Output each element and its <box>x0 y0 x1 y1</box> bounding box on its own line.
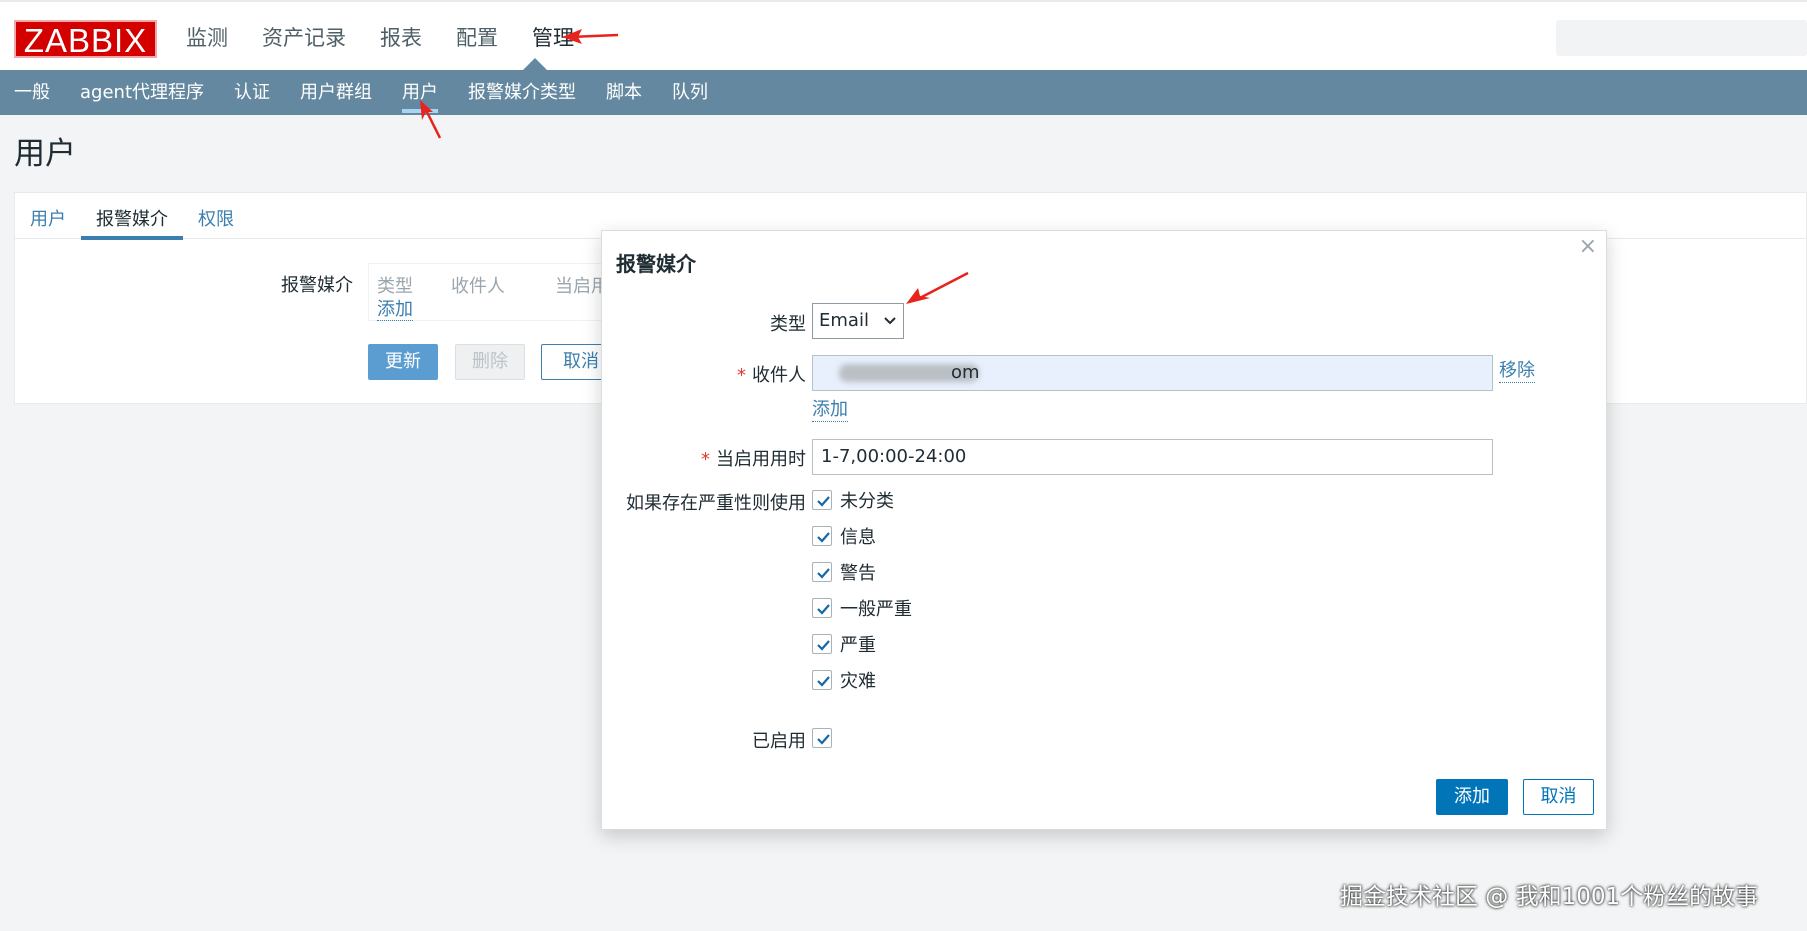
checkbox-average[interactable] <box>812 598 832 618</box>
add-media-link[interactable]: 添加 <box>377 300 413 321</box>
active-menu-caret <box>523 58 547 70</box>
severity-information: 信息 <box>812 525 876 548</box>
severity-disaster: 灾难 <box>812 669 876 692</box>
checkbox-high[interactable] <box>812 634 832 654</box>
page-title: 用户 <box>14 136 76 172</box>
zabbix-logo[interactable]: ZABBIX <box>14 20 157 59</box>
type-label: 类型 <box>770 314 806 335</box>
checkbox-enabled[interactable] <box>812 728 832 748</box>
severity-average: 一般严重 <box>812 597 912 620</box>
tab-permissions[interactable]: 权限 <box>183 193 249 239</box>
enabled-row <box>812 727 840 749</box>
checkbox-label: 一般严重 <box>840 599 912 620</box>
media-field-label: 报警媒介 <box>281 275 353 296</box>
search-input[interactable] <box>1556 20 1807 56</box>
column-header-recipient: 收件人 <box>451 276 505 297</box>
recipient-input[interactable]: om <box>812 355 1493 391</box>
watermark: 掘金技术社区 @ 我和1001个粉丝的故事 <box>1340 884 1759 910</box>
dialog-title: 报警媒介 <box>616 252 696 276</box>
close-icon[interactable]: × <box>1579 234 1597 259</box>
main-menu: 监测 资产记录 报表 配置 管理 <box>186 20 608 56</box>
checkbox-information[interactable] <box>812 526 832 546</box>
period-input[interactable]: 1-7,00:00-24:00 <box>812 439 1493 475</box>
checkbox-label: 未分类 <box>840 491 894 512</box>
period-label: * 当启用用时 <box>701 449 806 470</box>
checkbox-warning[interactable] <box>812 562 832 582</box>
sub-menu: 一般 agent代理程序 认证 用户群组 用户 报警媒介类型 脚本 队列 <box>0 70 1807 115</box>
submenu-item-media-types[interactable]: 报警媒介类型 <box>468 70 576 115</box>
checkbox-label: 信息 <box>840 527 876 548</box>
severity-high: 严重 <box>812 633 876 656</box>
media-dialog: 报警媒介 × 类型 Email * 收件人 om 移除 添加 * 当启用用时 1-7… <box>601 230 1607 830</box>
recipient-label: * 收件人 <box>737 365 806 386</box>
annotation-arrow-icon <box>562 29 619 44</box>
recipient-value: om <box>951 362 980 383</box>
severity-label: 如果存在严重性则使用 <box>626 493 806 514</box>
dialog-cancel-button[interactable]: 取消 <box>1523 779 1594 815</box>
submenu-item-general[interactable]: 一般 <box>14 70 50 115</box>
submenu-item-user-groups[interactable]: 用户群组 <box>300 70 372 115</box>
type-select-value: Email <box>819 310 869 331</box>
annotation-arrow-icon <box>420 100 442 139</box>
menu-item-monitoring[interactable]: 监测 <box>186 20 228 56</box>
checkbox-not-classified[interactable] <box>812 490 832 510</box>
update-button[interactable]: 更新 <box>368 344 438 380</box>
severity-warning: 警告 <box>812 561 876 584</box>
delete-button[interactable]: 删除 <box>455 344 525 380</box>
enabled-label: 已启用 <box>752 731 806 752</box>
period-label-text: 当启用用时 <box>716 449 806 470</box>
add-recipient-link[interactable]: 添加 <box>812 399 848 422</box>
submenu-item-scripts[interactable]: 脚本 <box>606 70 642 115</box>
submenu-item-authentication[interactable]: 认证 <box>234 70 270 115</box>
add-button[interactable]: 添加 <box>1436 779 1508 815</box>
annotation-arrow-icon <box>906 271 969 304</box>
column-header-type: 类型 <box>377 276 413 297</box>
severity-not-classified: 未分类 <box>812 489 894 512</box>
submenu-item-proxies[interactable]: agent代理程序 <box>80 70 204 115</box>
tab-media[interactable]: 报警媒介 <box>81 193 183 240</box>
chevron-down-icon <box>883 304 897 351</box>
checkbox-label: 警告 <box>840 563 876 584</box>
menu-item-reports[interactable]: 报表 <box>380 20 422 56</box>
submenu-item-queue[interactable]: 队列 <box>672 70 708 115</box>
remove-recipient-link[interactable]: 移除 <box>1499 360 1535 383</box>
tab-user[interactable]: 用户 <box>15 193 81 239</box>
menu-item-configuration[interactable]: 配置 <box>456 20 498 56</box>
checkbox-disaster[interactable] <box>812 670 832 690</box>
recipient-label-text: 收件人 <box>752 365 806 386</box>
type-select[interactable]: Email <box>812 303 904 339</box>
top-header: ZABBIX 监测 资产记录 报表 配置 管理 <box>0 0 1807 70</box>
menu-item-inventory[interactable]: 资产记录 <box>262 20 346 56</box>
checkbox-label: 灾难 <box>840 671 876 692</box>
checkbox-label: 严重 <box>840 635 876 656</box>
